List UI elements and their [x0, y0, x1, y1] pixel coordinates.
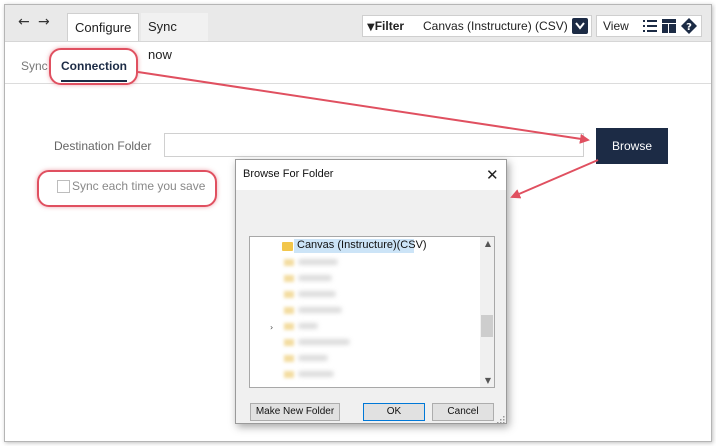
arrow-to-dialog [510, 159, 599, 199]
arrow-to-browse [137, 71, 590, 144]
annotation-arrows [137, 71, 599, 199]
